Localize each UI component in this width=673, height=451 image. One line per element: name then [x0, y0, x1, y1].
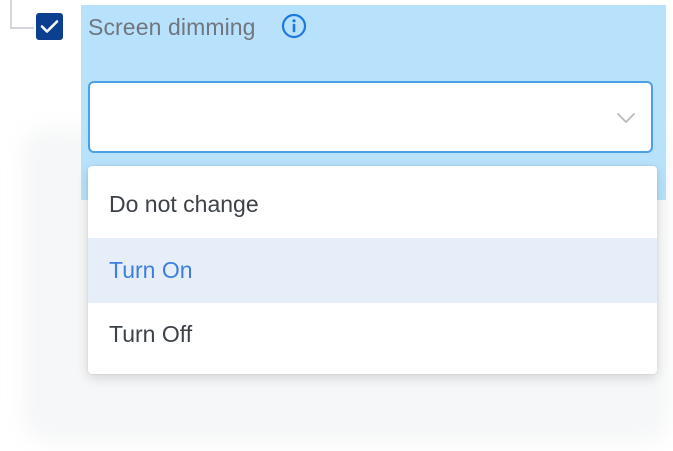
screen-dimming-checkbox[interactable] [36, 13, 63, 40]
setting-label: Screen dimming [88, 14, 256, 40]
screen-dimming-setting: Screen dimming Do not change Turn On Tur… [0, 0, 673, 451]
option-turn-off[interactable]: Turn Off [88, 302, 657, 367]
chevron-down-icon [617, 113, 635, 123]
tree-connector-vertical [10, 0, 12, 28]
option-turn-on[interactable]: Turn On [88, 238, 657, 303]
screen-dimming-select[interactable] [88, 81, 653, 153]
info-circle-icon[interactable] [281, 13, 307, 39]
dropdown-menu: Do not change Turn On Turn Off [88, 166, 657, 374]
checkmark-icon [40, 20, 59, 33]
tree-connector-horizontal [10, 27, 34, 29]
option-do-not-change[interactable]: Do not change [88, 172, 657, 237]
